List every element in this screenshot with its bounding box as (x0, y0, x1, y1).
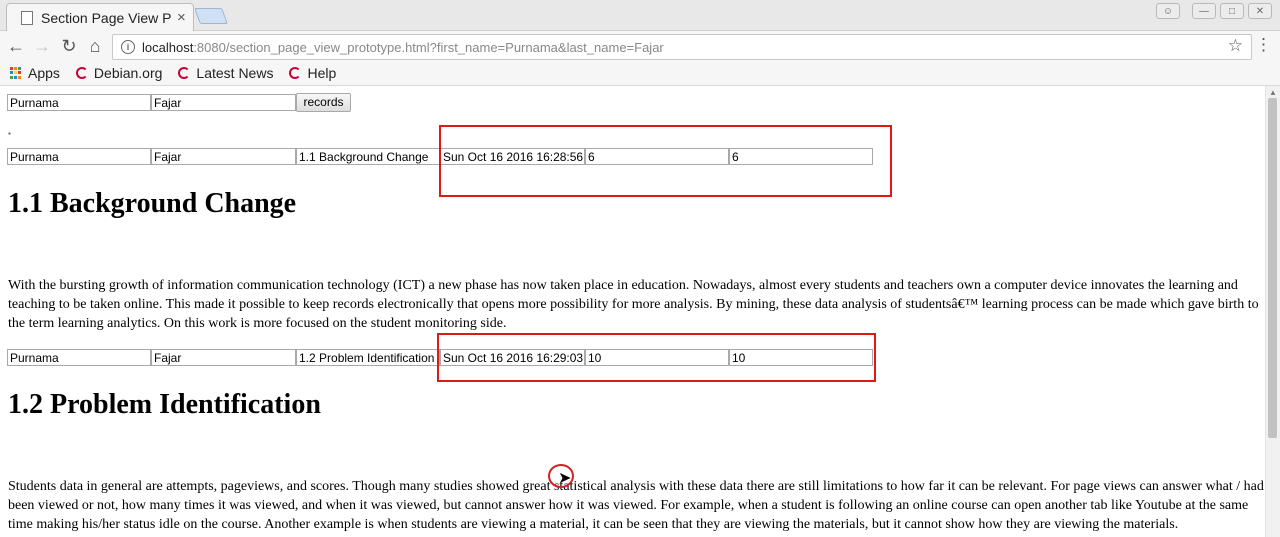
url-text[interactable]: localhost:8080/section_page_view_prototy… (142, 40, 664, 55)
forward-arrow-icon[interactable]: → (31, 35, 53, 57)
section-paragraph: With the bursting growth of information … (8, 278, 1259, 331)
debian-swirl-icon (289, 67, 302, 79)
user-icon[interactable]: ☺ (1156, 3, 1180, 19)
vertical-scrollbar[interactable]: ▲ (1265, 86, 1280, 537)
back-arrow-icon[interactable]: ← (5, 35, 27, 57)
log-last-name[interactable]: Fajar (151, 148, 296, 165)
bookmark-label: Help (307, 65, 337, 81)
log-first-name[interactable]: Purnama (7, 349, 151, 366)
scroll-thumb[interactable] (1268, 98, 1277, 438)
page-content: Purnama Fajar records ▪ Purnama Fajar 1.… (0, 86, 1266, 537)
url-host: localhost (142, 39, 194, 55)
debian-swirl-icon (178, 67, 191, 79)
reload-icon[interactable]: ↻ (58, 35, 80, 57)
bookmark-latest-news[interactable]: Latest News (178, 65, 273, 81)
highlight-box (437, 333, 876, 382)
close-tab-icon[interactable]: × (177, 9, 186, 26)
section-heading: 1.1 Background Change (8, 188, 297, 219)
log-first-name[interactable]: Purnama (7, 148, 151, 165)
browser-tab[interactable]: Section Page View Prototype × (6, 3, 194, 31)
apps-grid-icon (10, 67, 22, 79)
first-name-input[interactable]: Purnama (7, 94, 151, 111)
debian-swirl-icon (75, 67, 88, 79)
address-bar[interactable]: i localhost:8080/section_page_view_proto… (112, 34, 1252, 60)
bookmark-apps[interactable]: Apps (10, 65, 60, 81)
menu-icon[interactable]: ⋮ (1255, 36, 1272, 54)
tab-strip: Section Page View Prototype × ☺ — □ ✕ (0, 0, 1280, 31)
records-button[interactable]: records (296, 93, 351, 112)
bookmark-label: Debian.org (93, 65, 163, 81)
close-window-button[interactable]: ✕ (1248, 3, 1272, 19)
minimize-button[interactable]: — (1192, 3, 1216, 19)
info-icon[interactable]: i (121, 40, 135, 54)
mouse-cursor-icon: ➤ (558, 470, 572, 487)
window-controls: ☺ — □ ✕ (1156, 3, 1272, 19)
log-last-name[interactable]: Fajar (151, 349, 296, 366)
bookmark-star-icon[interactable]: ☆ (1228, 36, 1243, 56)
maximize-button[interactable]: □ (1220, 3, 1244, 19)
last-name-input[interactable]: Fajar (151, 94, 296, 111)
bookmark-debian[interactable]: Debian.org (75, 65, 163, 81)
section-paragraph: Students data in general are attempts, p… (8, 479, 1264, 532)
log-section[interactable]: 1.2 Problem Identification (296, 349, 440, 366)
bookmark-label: Latest News (196, 65, 274, 81)
page-icon (21, 10, 33, 25)
bookmark-label: Apps (28, 65, 60, 81)
small-dot: ▪ (8, 129, 11, 138)
log-section[interactable]: 1.1 Background Change (296, 148, 440, 165)
section-heading: 1.2 Problem Identification (8, 389, 321, 420)
scroll-up-arrow-icon[interactable]: ▲ (1269, 88, 1277, 97)
highlight-box (439, 125, 892, 197)
bookmark-help[interactable]: Help (289, 65, 336, 81)
url-path: :8080/section_page_view_prototype.html?f… (193, 39, 664, 55)
browser-toolbar: ← → ↻ ⌂ i localhost:8080/section_page_vi… (0, 31, 1280, 61)
new-tab-button[interactable] (194, 8, 228, 24)
tab-title: Section Page View Prototype (41, 9, 171, 26)
home-icon[interactable]: ⌂ (84, 35, 106, 57)
bookmarks-bar: Apps Debian.org Latest News Help (0, 61, 1280, 86)
